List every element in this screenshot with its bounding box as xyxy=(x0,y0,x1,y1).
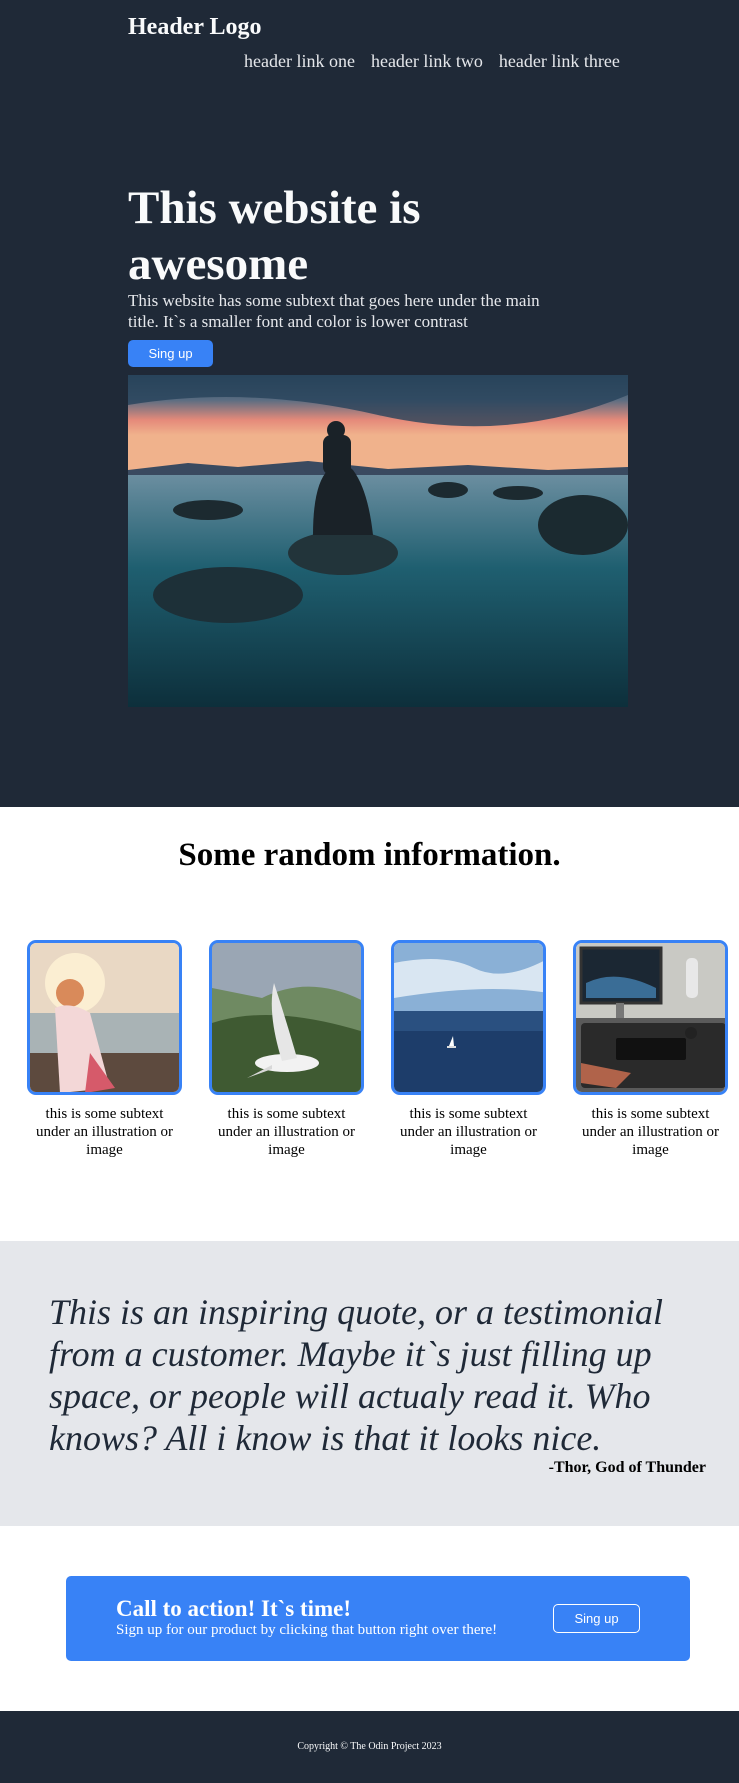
cta-section: Call to action! It`s time! Sign up for o… xyxy=(0,1526,739,1711)
hero-signup-button[interactable]: Sing up xyxy=(128,340,213,367)
boat-on-ocean-image xyxy=(391,940,546,1095)
info-card: this is some subtext under an illustrati… xyxy=(391,940,546,1159)
cta-signup-button[interactable]: Sing up xyxy=(553,1604,640,1633)
card-subtext: this is some subtext under an illustrati… xyxy=(217,1106,356,1158)
quote-text: This is an inspiring quote, or a testimo… xyxy=(49,1292,664,1458)
header-logo[interactable]: Header Logo xyxy=(128,14,262,41)
footer-copyright: Copyright © The Odin Project 2023 xyxy=(297,1741,442,1752)
header-link-one[interactable]: header link one xyxy=(244,51,355,72)
cta-subtext: Sign up for our product by clicking that… xyxy=(116,1622,498,1638)
hero-subtext: This website has some subtext that goes … xyxy=(128,291,540,331)
desk-setup-image xyxy=(573,940,728,1095)
header-nav: header link one header link two header l… xyxy=(244,51,620,72)
card-subtext: this is some subtext under an illustrati… xyxy=(581,1106,720,1158)
hero-title: This website is awesome xyxy=(128,182,421,290)
cta-box: Call to action! It`s time! Sign up for o… xyxy=(66,1576,690,1661)
header-link-two[interactable]: header link two xyxy=(371,51,483,72)
seagull-flying-image xyxy=(209,940,364,1095)
footer: Copyright © The Odin Project 2023 xyxy=(0,1711,739,1783)
hero-section: Header Logo header link one header link … xyxy=(0,0,739,807)
header-link-three[interactable]: header link three xyxy=(499,51,620,72)
info-card: this is some subtext under an illustrati… xyxy=(573,940,728,1159)
info-title: Some random information. xyxy=(178,837,561,873)
card-subtext: this is some subtext under an illustrati… xyxy=(35,1106,174,1158)
info-section: Some random information. this is some su… xyxy=(0,807,739,1241)
info-card: this is some subtext under an illustrati… xyxy=(209,940,364,1159)
info-card: this is some subtext under an illustrati… xyxy=(27,940,182,1159)
cta-title: Call to action! It`s time! xyxy=(116,1596,352,1621)
quote-section: This is an inspiring quote, or a testimo… xyxy=(0,1241,739,1526)
woman-at-beach-image xyxy=(27,940,182,1095)
hero-image xyxy=(128,375,628,707)
card-list: this is some subtext under an illustrati… xyxy=(27,940,728,1159)
card-subtext: this is some subtext under an illustrati… xyxy=(399,1106,538,1158)
quote-author: -Thor, God of Thunder xyxy=(548,1459,706,1476)
